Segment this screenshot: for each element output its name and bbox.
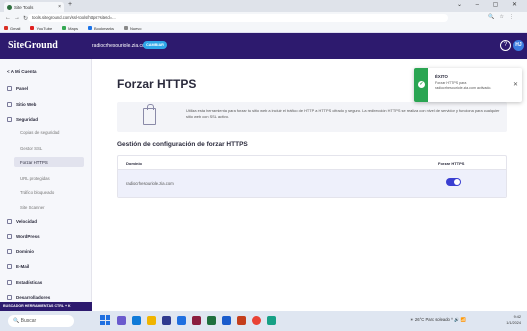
windows-taskbar: 🔍 Buscar ☀ 26°C Parc soleado ^ 🔊 📶 9:42 1… bbox=[0, 311, 527, 331]
toggle-knob bbox=[454, 179, 460, 185]
avatar[interactable]: HJ bbox=[513, 40, 524, 51]
sidebar-item-domain[interactable]: Dominio bbox=[7, 249, 34, 254]
sidebar-item-statistics[interactable]: Estadísticas bbox=[7, 280, 42, 285]
info-box: Utiliza esta herramienta para forzar tu … bbox=[117, 102, 507, 132]
sidebar-sub-protected-urls[interactable]: URL protegidas bbox=[20, 176, 50, 181]
file-explorer-icon[interactable] bbox=[147, 316, 156, 325]
window-controls[interactable]: ⌄ – ▢ ✕ bbox=[457, 1, 523, 8]
bookmarks-bar: Gmail YouTube Maps Bookmarks Nuevo bbox=[0, 24, 527, 33]
bookmark-item[interactable]: Gmail bbox=[4, 26, 20, 31]
mail-icon bbox=[7, 264, 12, 269]
toast-title: ÉXITO bbox=[435, 74, 448, 79]
chrome-icon[interactable] bbox=[252, 316, 261, 325]
sidebar-item-wordpress[interactable]: WordPress bbox=[7, 234, 40, 239]
page-title: Forzar HTTPS bbox=[117, 77, 197, 91]
forward-icon[interactable]: → bbox=[14, 15, 20, 21]
siteground-favicon-icon bbox=[7, 4, 12, 10]
column-force-https: Forzar HTTPS bbox=[438, 161, 465, 166]
sidebar-item-email[interactable]: E-Mail bbox=[7, 264, 29, 269]
change-site-button[interactable]: CAMBIAR bbox=[143, 41, 167, 49]
app-header: SiteGround radiocrhesouriole.zia.com CAM… bbox=[0, 33, 527, 59]
address-bar-row: ← → ↻ tools.siteground.com/ssl-tools/htt… bbox=[0, 12, 527, 24]
section-title: Gestión de configuración de forzar HTTPS bbox=[117, 141, 248, 148]
sidebar-sub-site-scanner[interactable]: Site Scanner bbox=[20, 205, 45, 210]
domain-cell: radiocrhesouriole.zia.com bbox=[126, 181, 174, 186]
column-domain: Dominio bbox=[126, 161, 142, 166]
tool-search-bar[interactable]: BUSCADOR HERRAMIENTAS CTRL + K bbox=[0, 302, 92, 311]
toast-message: Forzar HTTPS para radiocrhesouriole.zia.… bbox=[435, 81, 492, 90]
code-icon bbox=[7, 295, 12, 300]
sidebar-item-security[interactable]: Seguridad bbox=[7, 117, 38, 122]
bookmark-item[interactable]: YouTube bbox=[30, 26, 52, 31]
bookmark-item[interactable]: Nuevo bbox=[123, 26, 142, 31]
back-to-account-link[interactable]: < A Mi Cuenta bbox=[7, 69, 37, 74]
shield-icon bbox=[7, 117, 12, 122]
edge-icon[interactable] bbox=[132, 316, 141, 325]
site-icon bbox=[7, 102, 12, 107]
weather-widget[interactable]: ☀ 26°C Parc soleado ^ 🔊 📶 bbox=[410, 317, 466, 323]
panel-icon bbox=[7, 86, 12, 91]
store-icon[interactable] bbox=[162, 316, 171, 325]
sidebar-sub-backups[interactable]: Copias de seguridad bbox=[20, 130, 59, 135]
globe-icon bbox=[7, 249, 12, 254]
sidebar-item-developers[interactable]: Desarrolladores bbox=[7, 295, 50, 300]
stats-icon bbox=[7, 280, 12, 285]
check-icon: ✓ bbox=[418, 81, 425, 88]
tab-close-icon[interactable]: × bbox=[58, 4, 61, 10]
tab-title: Site Tools bbox=[14, 4, 34, 10]
browser-tabbar: Site Tools × + ⌄ – ▢ ✕ bbox=[0, 0, 527, 12]
app-icon[interactable] bbox=[267, 316, 276, 325]
info-text: Utiliza esta herramienta para forzar tu … bbox=[186, 108, 500, 119]
table-header: Dominio Forzar HTTPS bbox=[118, 156, 506, 170]
clock[interactable]: 9:42 1/1/2024 bbox=[506, 314, 521, 326]
siteground-logo[interactable]: SiteGround bbox=[8, 40, 58, 51]
wordpress-icon bbox=[7, 234, 12, 239]
url-input[interactable]: tools.siteground.com/ssl-tools/https?sit… bbox=[28, 14, 448, 22]
help-icon[interactable]: ? bbox=[500, 40, 511, 51]
windows-start-icon[interactable] bbox=[100, 315, 110, 325]
taskbar-search-input[interactable]: 🔍 Buscar bbox=[8, 315, 74, 327]
new-tab-icon[interactable]: + bbox=[68, 1, 72, 8]
https-table: Dominio Forzar HTTPS radiocrhesouriole.z… bbox=[117, 155, 507, 198]
word-icon[interactable] bbox=[222, 316, 231, 325]
app-icon[interactable] bbox=[177, 316, 186, 325]
speed-icon bbox=[7, 219, 12, 224]
current-site: radiocrhesouriole.zia.com bbox=[92, 43, 149, 49]
sidebar-sub-blocked-traffic[interactable]: Tráfico bloqueado bbox=[20, 190, 54, 195]
taskview-icon[interactable] bbox=[117, 316, 126, 325]
sidebar-sub-ssl-manager[interactable]: Gestor SSL bbox=[20, 146, 42, 151]
success-toast: ✓ ÉXITO Forzar HTTPS para radiocrhesouri… bbox=[414, 68, 522, 102]
force-https-toggle[interactable] bbox=[446, 178, 461, 186]
excel-icon[interactable] bbox=[207, 316, 216, 325]
sidebar-item-speed[interactable]: Velocidad bbox=[7, 219, 37, 224]
close-icon[interactable]: ✕ bbox=[513, 81, 518, 88]
back-icon[interactable]: ← bbox=[5, 15, 11, 21]
browser-tab[interactable]: Site Tools × bbox=[4, 2, 64, 12]
bookmark-item[interactable]: Bookmarks bbox=[87, 26, 114, 31]
sidebar-item-panel[interactable]: Panel bbox=[7, 86, 28, 91]
bookmark-item[interactable]: Maps bbox=[62, 26, 78, 31]
app-icon[interactable] bbox=[192, 316, 201, 325]
sidebar-sub-force-https[interactable]: Forzar HTTPS bbox=[20, 160, 48, 165]
table-row: radiocrhesouriole.zia.com bbox=[118, 170, 506, 197]
lock-document-icon bbox=[143, 104, 156, 125]
powerpoint-icon[interactable] bbox=[237, 316, 246, 325]
browser-extension-icons[interactable]: 🔍☆⋮ bbox=[488, 14, 519, 20]
sidebar: < A Mi Cuenta Panel Sitio Web Seguridad … bbox=[0, 59, 92, 311]
sidebar-item-site[interactable]: Sitio Web bbox=[7, 102, 36, 107]
